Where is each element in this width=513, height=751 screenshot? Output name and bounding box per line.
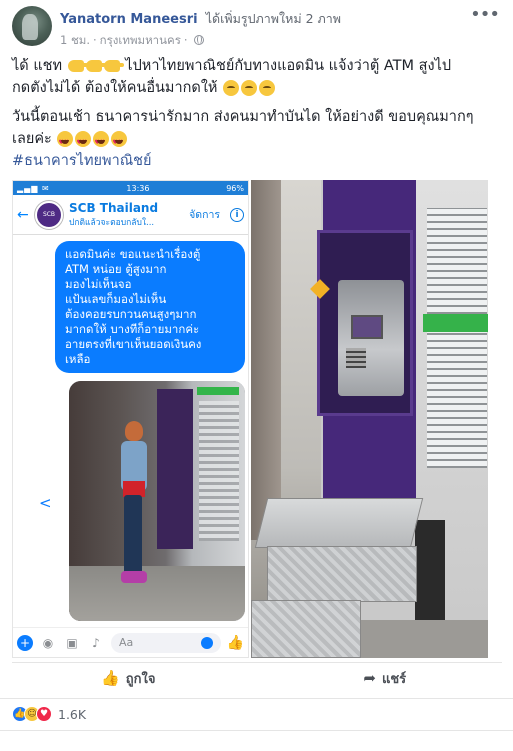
- photo-floor: [69, 566, 245, 621]
- divider: [0, 698, 513, 699]
- image-icon[interactable]: ▣: [63, 636, 81, 650]
- photo-floor: [361, 620, 488, 658]
- author-line: Yanatorn Maneesri ได้เพิ่มรูปภาพใหม่ 2 ภ…: [60, 9, 341, 29]
- like-label: ถูกใจ: [125, 671, 156, 687]
- plus-icon[interactable]: +: [17, 634, 33, 651]
- post-paragraph-2: วันนี้ตอนเช้า ธนาคารน่ารักมาก ส่งคนมาทำบ…: [12, 106, 502, 172]
- pointing-right-emoji-icon: [85, 60, 106, 72]
- disappointed-emoji-icon: [223, 80, 240, 96]
- manage-link[interactable]: จัดการ: [189, 206, 220, 223]
- status-time: 13:36: [126, 183, 150, 193]
- scb-logo-text: SCB: [42, 211, 56, 218]
- photo-green-strip: [197, 387, 239, 395]
- messenger-header: ← SCB SCB Thailand ปกติแล้วจะตอบกลับใ...…: [13, 195, 248, 235]
- message-bubble: แอดมินค่ะ ขอแนะนำเรื่องตู้ ATM หน่อย ตู้…: [55, 241, 245, 373]
- signal-icon: ▂▄▆ ✉: [17, 183, 50, 193]
- message-line: เหลือ: [65, 352, 91, 366]
- share-label: แชร์: [381, 671, 407, 687]
- info-icon[interactable]: i: [230, 207, 244, 222]
- photo-green-strip: [423, 314, 488, 332]
- heart-eyes-emoji-icon: [75, 131, 92, 154]
- share-icon[interactable]: <: [39, 494, 52, 512]
- post-text-segment: กดตังไม่ได้ ต้องให้คนอื่นมากดให้: [12, 80, 218, 96]
- photo-person: [119, 421, 147, 591]
- photo-atm-screen: [351, 315, 383, 339]
- photo-window-grille: [427, 208, 487, 468]
- status-battery: 96%: [226, 183, 244, 193]
- message-line: มากดให้ บางทีก็อายมากค่ะ: [65, 322, 200, 336]
- disappointed-emoji-icon: [259, 80, 276, 96]
- heart-eyes-emoji-icon: [57, 131, 74, 154]
- photo-stair-upper-front: [267, 546, 417, 602]
- photo-atm-keypad: [346, 348, 366, 368]
- microphone-icon[interactable]: ♪: [87, 636, 105, 650]
- post-paragraph-1: ได้ แชท ไปหาไทยพาณิชย์กับทางแอดมิน แจ้งว…: [12, 55, 502, 99]
- author-name[interactable]: Yanatorn Maneesri: [60, 12, 198, 27]
- divider: [0, 730, 513, 731]
- chat-info: SCB Thailand ปกติแล้วจะตอบกลับใ...: [69, 201, 189, 229]
- chat-name: SCB Thailand: [69, 200, 159, 215]
- message-line: แป้นเลขก็มองไม่เห็น: [65, 292, 167, 306]
- post-action-bar: 👍 ถูกใจ ➦ แชร์: [0, 664, 513, 692]
- thumbs-up-icon: 👍: [101, 669, 120, 687]
- thumbs-up-icon[interactable]: 👍: [227, 635, 244, 651]
- message-line: แอดมินค่ะ ขอแนะนำเรื่องตู้: [65, 247, 201, 261]
- post-text: ได้ แชท ไปหาไทยพาณิชย์กับทางแอดมิน แจ้งว…: [12, 55, 502, 179]
- more-options-icon[interactable]: •••: [470, 4, 500, 25]
- post-meta: 1 ชม. · กรุงเทพมหานคร ·: [60, 32, 204, 50]
- globe-icon: [193, 35, 204, 45]
- post-photo-messenger-screenshot[interactable]: ▂▄▆ ✉ 13:36 96% ← SCB SCB Thailand ปกติแ…: [12, 180, 249, 658]
- like-button[interactable]: 👍 ถูกใจ: [0, 664, 257, 692]
- message-line: ATM หน่อย ตู้สูงมาก: [65, 262, 167, 276]
- post-time[interactable]: 1 ชม.: [60, 33, 90, 47]
- post-photo-atm-stairs[interactable]: [251, 180, 488, 658]
- author-avatar[interactable]: [12, 6, 52, 46]
- message-line: อายตรงที่เขาเห็นยอดเงินคง: [65, 337, 202, 351]
- photo-grille: [199, 401, 239, 541]
- post-header: Yanatorn Maneesri ได้เพิ่มรูปภาพใหม่ 2 ภ…: [0, 0, 513, 52]
- chat-subtitle: ปกติแล้วจะตอบกลับใ...: [69, 217, 155, 228]
- photo-stair-top: [254, 498, 424, 548]
- love-reaction-icon: ♥: [36, 706, 52, 722]
- chat-attached-photo[interactable]: [69, 381, 245, 621]
- pointing-right-emoji-icon: [103, 60, 124, 72]
- share-arrow-icon: ➦: [363, 669, 376, 687]
- post-location[interactable]: กรุงเทพมหานคร: [100, 33, 181, 47]
- reaction-count: 1.6K: [58, 706, 87, 722]
- post-text-segment: ไปหาไทยพาณิชย์กับทางแอดมิน แจ้งว่าตู้ AT…: [125, 58, 452, 74]
- photo-atm-booth: [157, 389, 193, 549]
- message-line: ต้องคอยรบกวนคนสูงๆมาก: [65, 307, 197, 321]
- divider: [12, 662, 502, 663]
- message-input-placeholder: Aa: [119, 636, 134, 649]
- camera-icon[interactable]: ◉: [39, 636, 57, 650]
- message-input[interactable]: Aa: [111, 632, 221, 653]
- photo-pillar: [251, 180, 281, 540]
- hashtag-link[interactable]: #ธนาคารไทยพาณิชย์: [12, 153, 152, 169]
- reaction-summary[interactable]: 👍 ☺ ♥ 1.6K: [12, 706, 86, 722]
- post-text-segment: เลยค่ะ: [12, 131, 52, 147]
- post-action-text: ได้เพิ่มรูปภาพใหม่ 2 ภาพ: [205, 11, 341, 26]
- share-button[interactable]: ➦ แชร์: [257, 664, 513, 692]
- post-text-segment: ได้ แชท: [12, 58, 63, 74]
- heart-eyes-emoji-icon: [93, 131, 110, 154]
- messenger-composer: + ◉ ▣ ♪ Aa 👍: [13, 627, 248, 657]
- pointing-right-emoji-icon: [67, 60, 88, 72]
- scb-logo: SCB: [35, 200, 63, 229]
- message-line: มองไม่เห็นจอ: [65, 277, 132, 291]
- post-text-segment: วันนี้ตอนเช้า ธนาคารน่ารักมาก ส่งคนมาทำบ…: [12, 109, 474, 125]
- phone-status-bar: ▂▄▆ ✉ 13:36 96%: [13, 181, 248, 195]
- photo-stair-side: [415, 520, 445, 630]
- disappointed-emoji-icon: [241, 80, 258, 96]
- back-arrow-icon[interactable]: ←: [17, 207, 35, 223]
- emoji-icon[interactable]: [200, 636, 213, 649]
- heart-eyes-emoji-icon: [111, 131, 128, 154]
- photo-stair-lower-front: [251, 600, 361, 658]
